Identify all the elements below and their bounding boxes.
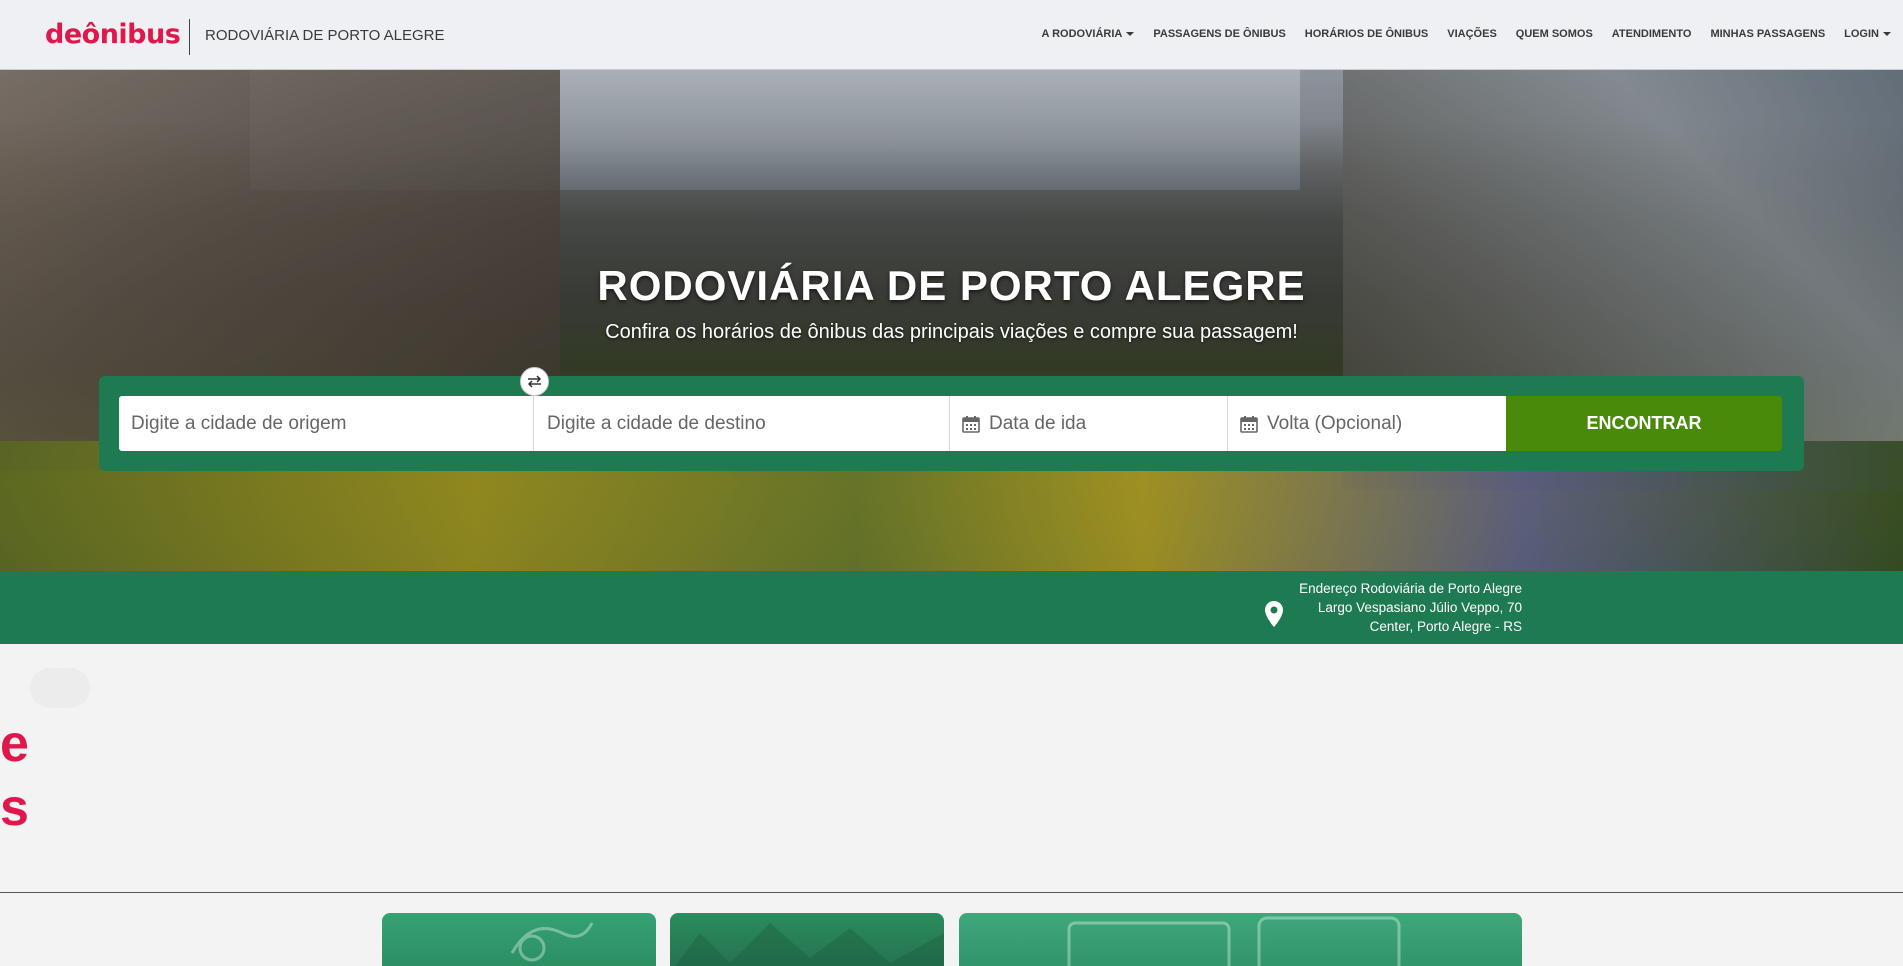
nav-item-login[interactable]: LOGIN [1844,28,1891,40]
departure-date-input[interactable]: Data de ida [950,396,1228,451]
station-address: Endereço Rodoviária de Porto Alegre Larg… [1299,579,1522,636]
caret-down-icon [1126,32,1135,36]
nav-label: HORÁRIOS DE ÔNIBUS [1304,28,1429,40]
nav-label: LOGIN [1844,28,1879,40]
nav-item-a-rodoviaria[interactable]: A RODOVIÁRIA [1041,28,1135,40]
site-header: deônibus RODOVIÁRIA DE PORTO ALEGRE A RO… [0,0,1903,70]
section-divider [0,892,1903,893]
return-placeholder: Volta (Opcional) [1267,412,1403,434]
nav-item-passagens[interactable]: PASSAGENS DE ÔNIBUS [1153,28,1285,40]
card-image [675,923,944,966]
destination-input[interactable]: Digite a cidade de destino [534,396,950,451]
calendar-icon [1240,415,1258,433]
deonibus-logo[interactable]: deônibus [45,19,181,50]
search-form: Digite a cidade de origem Digite a cidad… [99,376,1804,471]
decorative-shape [30,668,90,708]
heading-fragment-2: s [0,779,29,837]
nav-item-quem-somos[interactable]: QUEM SOMOS [1516,28,1593,40]
feature-card[interactable] [670,913,944,966]
nav-label: VIAÇÕES [1447,28,1497,40]
heading-fragment-1: e [0,715,29,773]
feature-card[interactable] [959,913,1522,966]
calendar-icon [962,415,980,433]
find-button[interactable]: ENCONTRAR [1506,396,1782,451]
hero-banner: RODOVIÁRIA DE PORTO ALEGRE Confira os ho… [0,70,1903,571]
logo-divider [189,19,190,55]
address-band: Endereço Rodoviária de Porto Alegre Larg… [0,571,1903,644]
address-heading: Endereço Rodoviária de Porto Alegre [1299,581,1522,596]
nav-label: PASSAGENS DE ÔNIBUS [1153,28,1286,40]
origin-input[interactable]: Digite a cidade de origem [119,396,534,451]
departure-placeholder: Data de ida [989,412,1087,434]
nav-label: A RODOVIÁRIA [1041,28,1123,40]
search-fields: Digite a cidade de origem Digite a cidad… [119,396,1782,451]
section-heading-partial: e s [0,712,29,840]
card-image [510,922,594,962]
return-date-input[interactable]: Volta (Opcional) [1228,396,1506,451]
nav-item-horarios[interactable]: HORÁRIOS DE ÔNIBUS [1305,28,1428,40]
origin-placeholder: Digite a cidade de origem [131,412,347,434]
destination-placeholder: Digite a cidade de destino [547,412,766,434]
address-line-2: Center, Porto Alegre - RS [1369,619,1522,634]
swap-arrows-icon [527,375,542,388]
main-nav: A RODOVIÁRIA PASSAGENS DE ÔNIBUS HORÁRIO… [1041,28,1891,40]
hero-subtitle: Confira os horários de ônibus das princi… [605,321,1298,343]
nav-label: QUEM SOMOS [1515,28,1593,40]
nav-label: ATENDIMENTO [1611,28,1692,40]
caret-down-icon [1883,32,1891,36]
hero-title: RODOVIÁRIA DE PORTO ALEGRE [597,262,1306,309]
card-image [1067,916,1401,966]
swap-cities-button[interactable] [520,367,549,396]
map-pin-icon [1265,601,1283,627]
nav-item-minhas-passagens[interactable]: MINHAS PASSAGENS [1710,28,1825,40]
site-name[interactable]: RODOVIÁRIA DE PORTO ALEGRE [205,27,445,44]
nav-label: MINHAS PASSAGENS [1710,28,1826,40]
address-line-1: Largo Vespasiano Júlio Veppo, 70 [1317,600,1522,615]
nav-item-viacoes[interactable]: VIAÇÕES [1447,28,1497,40]
nav-item-atendimento[interactable]: ATENDIMENTO [1612,28,1692,40]
feature-card[interactable] [382,913,656,966]
